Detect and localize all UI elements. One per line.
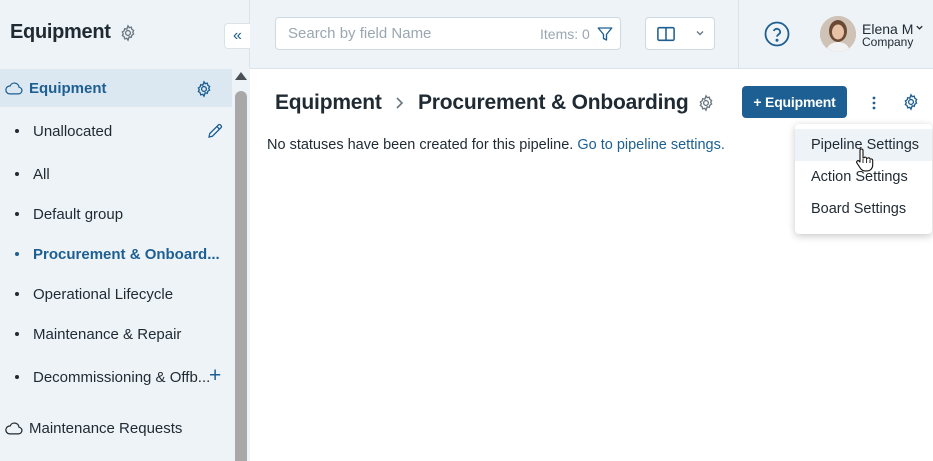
empty-state-message: No statuses have been created for this p… (267, 137, 725, 153)
sidebar-item-all[interactable]: All (0, 155, 232, 193)
settings-dropdown-menu: Pipeline Settings Action Settings Board … (795, 124, 932, 234)
divider (738, 0, 739, 69)
bullet (15, 129, 19, 133)
sidebar-item-maintenance-repair[interactable]: Maintenance & Repair (0, 315, 232, 353)
cloud-icon (5, 82, 23, 95)
sidebar-item-label: Procurement & Onboard... (33, 246, 220, 263)
user-company: Company (862, 35, 914, 49)
sidebar-item-decommissioning[interactable]: Decommissioning & Offb... + (0, 358, 232, 396)
main-content: Equipment Procurement & Onboarding + Equ… (250, 69, 933, 461)
page-title: Procurement & Onboarding (418, 91, 689, 114)
sidebar-section-label: Maintenance Requests (29, 420, 183, 437)
sidebar-item-label: Default group (33, 206, 124, 223)
gear-icon[interactable] (195, 80, 213, 98)
sidebar-item-label: Maintenance & Repair (33, 326, 182, 343)
avatar[interactable] (820, 16, 856, 52)
chevron-down-icon[interactable] (915, 23, 924, 32)
sidebar-section-maintenance-requests[interactable]: Maintenance Requests (0, 409, 232, 447)
sidebar-scrollbar[interactable] (232, 68, 250, 461)
scrollbar-thumb[interactable] (235, 91, 247, 461)
sidebar-header: Equipment « (0, 0, 250, 68)
more-options-icon[interactable] (871, 95, 877, 111)
sidebar-item-label: Operational Lifecycle (33, 286, 174, 303)
bullet (15, 172, 19, 176)
sidebar-scroll-area: Equipment Unallocated All Default group … (0, 68, 250, 461)
chevron-right-icon (396, 97, 404, 109)
sidebar-section-label: Equipment (29, 80, 107, 97)
bullet (15, 292, 19, 296)
sidebar-item-operational-lifecycle[interactable]: Operational Lifecycle (0, 275, 232, 313)
sidebar-section-equipment[interactable]: Equipment (0, 69, 232, 107)
sidebar-title: Equipment (10, 21, 111, 43)
empty-state-text: No statuses have been created for this p… (267, 137, 574, 153)
sidebar-item-unallocated[interactable]: Unallocated (0, 112, 232, 150)
chevron-down-icon (696, 31, 704, 36)
gear-icon[interactable] (119, 24, 137, 42)
sidebar-item-label: Decommissioning & Offb... (33, 369, 211, 386)
bullet (15, 212, 19, 216)
scroll-up-arrow-icon[interactable] (235, 72, 247, 80)
pipeline-settings-link[interactable]: Go to pipeline settings. (577, 137, 725, 153)
search-box: Items: 0 (275, 17, 621, 50)
pencil-icon[interactable] (206, 122, 224, 140)
add-pipeline-button[interactable]: + (209, 365, 221, 386)
split-panel-icon (657, 26, 675, 42)
sidebar: Equipment « Equipment Unallocated All De… (0, 0, 250, 461)
bullet (15, 252, 19, 256)
sidebar-item-procurement-onboarding[interactable]: Procurement & Onboard... (0, 235, 232, 273)
sidebar-item-label: All (33, 166, 50, 183)
avatar-image (820, 16, 856, 52)
bullet (15, 375, 19, 379)
search-input[interactable] (276, 18, 526, 49)
collapse-sidebar-button[interactable]: « (224, 23, 250, 49)
sidebar-item-default-group[interactable]: Default group (0, 195, 232, 233)
bullet (15, 332, 19, 336)
menu-item-board-settings[interactable]: Board Settings (795, 193, 932, 225)
sidebar-item-label: Unallocated (33, 123, 113, 140)
items-count: Items: 0 (540, 26, 590, 42)
settings-gear-icon[interactable] (902, 93, 920, 111)
view-mode-switcher[interactable] (645, 17, 715, 50)
hand-cursor-icon (856, 148, 874, 172)
cloud-icon (5, 422, 23, 435)
gear-icon[interactable] (697, 94, 715, 112)
top-bar: Items: 0 Elena M Company (250, 0, 933, 69)
filter-icon[interactable] (596, 25, 614, 43)
breadcrumb-root[interactable]: Equipment (275, 91, 382, 115)
add-equipment-button[interactable]: + Equipment (742, 86, 847, 118)
help-icon[interactable] (764, 21, 790, 47)
